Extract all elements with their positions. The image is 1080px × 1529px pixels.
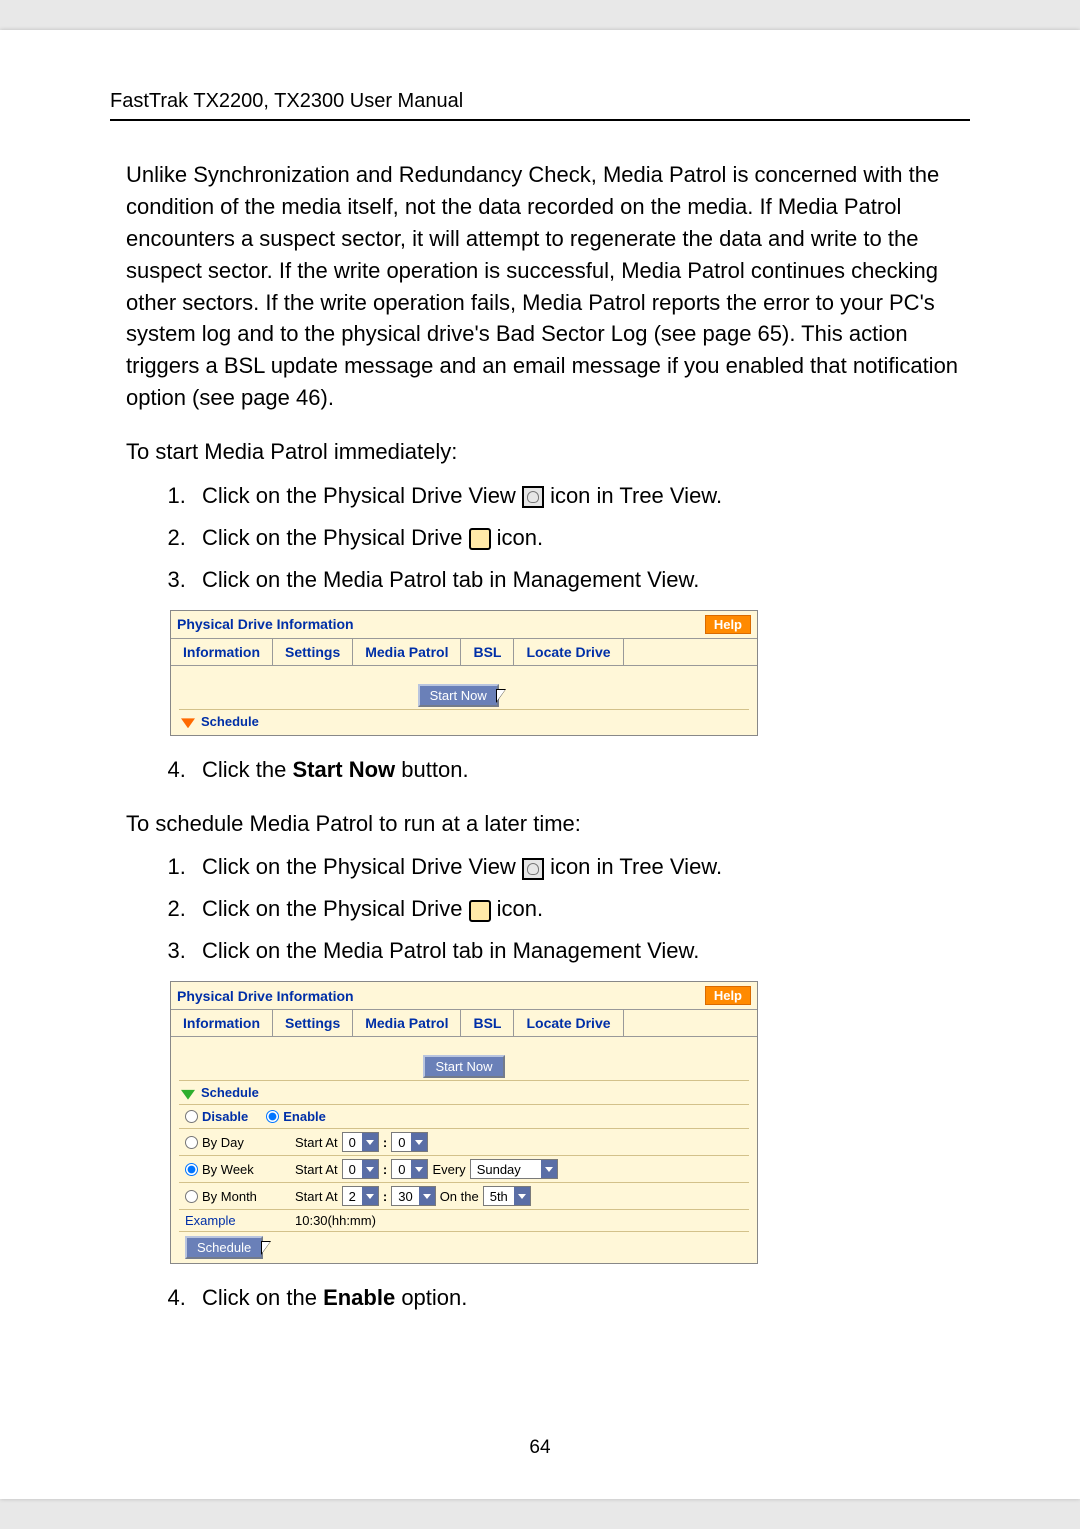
page-header: FastTrak TX2200, TX2300 User Manual — [110, 90, 970, 121]
physical-drive-info-panel-2: Physical Drive Information Help Informat… — [170, 981, 758, 1264]
help-button[interactable]: Help — [705, 615, 751, 634]
schedule-button[interactable]: Schedule — [185, 1236, 263, 1259]
chevron-down-icon — [362, 1160, 378, 1178]
month-day-select[interactable]: 5th — [483, 1186, 531, 1206]
chevron-down-icon — [362, 1187, 378, 1205]
day-hour-select[interactable]: 0 — [342, 1132, 379, 1152]
start-at-label: Start At — [295, 1162, 338, 1177]
step-2: Click on the Physical Drive icon. — [192, 522, 970, 554]
physical-drive-icon — [469, 528, 491, 550]
step-4: Click the Start Now button. — [192, 754, 970, 786]
physical-drive-icon — [469, 900, 491, 922]
example-value: 10:30(hh:mm) — [289, 1209, 749, 1231]
tab-media-patrol[interactable]: Media Patrol — [353, 639, 461, 665]
disable-radio[interactable] — [185, 1110, 198, 1123]
example-label: Example — [179, 1209, 289, 1231]
schedule-steps: Click on the Physical Drive View icon in… — [110, 851, 970, 967]
tab-information[interactable]: Information — [171, 1010, 273, 1036]
enable-radio[interactable] — [266, 1110, 279, 1123]
step-3: Click on the Media Patrol tab in Managem… — [192, 564, 970, 596]
by-month-radio[interactable] — [185, 1190, 198, 1203]
by-week-radio[interactable] — [185, 1163, 198, 1176]
sched-step-4: Click on the Enable option. — [192, 1282, 970, 1314]
schedule-step-4: Click on the Enable option. — [110, 1282, 970, 1314]
week-hour-select[interactable]: 0 — [342, 1159, 379, 1179]
enable-option[interactable]: Enable — [266, 1109, 326, 1124]
by-month-option[interactable]: By Month — [185, 1189, 257, 1204]
chevron-down-icon — [411, 1133, 427, 1151]
cursor-icon — [496, 689, 510, 707]
month-min-select[interactable]: 30 — [391, 1186, 435, 1206]
chevron-down-icon — [181, 1086, 195, 1100]
physical-drive-view-icon — [522, 486, 544, 508]
panel-title-bar: Physical Drive Information Help — [171, 611, 757, 639]
chevron-down-icon — [541, 1160, 557, 1178]
chevron-down-icon — [514, 1187, 530, 1205]
start-now-steps: Click on the Physical Drive View icon in… — [110, 480, 970, 596]
help-button[interactable]: Help — [705, 986, 751, 1005]
schedule-toggle[interactable]: Schedule — [179, 709, 749, 733]
start-at-label: Start At — [295, 1135, 338, 1150]
page-number: 64 — [0, 1437, 1080, 1459]
schedule-intro: To schedule Media Patrol to run at a lat… — [110, 808, 970, 840]
panel-title: Physical Drive Information — [177, 988, 354, 1004]
disable-option[interactable]: Disable — [185, 1109, 248, 1124]
tab-settings[interactable]: Settings — [273, 1010, 353, 1036]
tab-information[interactable]: Information — [171, 639, 273, 665]
start-now-step-4: Click the Start Now button. — [110, 754, 970, 786]
start-at-label: Start At — [295, 1189, 338, 1204]
step-1: Click on the Physical Drive View icon in… — [192, 480, 970, 512]
by-week-option[interactable]: By Week — [185, 1162, 254, 1177]
every-label: Every — [432, 1162, 465, 1177]
week-min-select[interactable]: 0 — [391, 1159, 428, 1179]
schedule-toggle[interactable]: Schedule — [179, 1080, 749, 1104]
week-day-select[interactable]: Sunday — [470, 1159, 558, 1179]
start-now-button[interactable]: Start Now — [423, 1055, 504, 1078]
sched-step-1: Click on the Physical Drive View icon in… — [192, 851, 970, 883]
chevron-down-icon — [362, 1133, 378, 1151]
by-day-radio[interactable] — [185, 1136, 198, 1149]
panel-title: Physical Drive Information — [177, 616, 354, 632]
cursor-icon — [261, 1241, 275, 1259]
sched-step-3: Click on the Media Patrol tab in Managem… — [192, 935, 970, 967]
enable-disable-row: Disable Enable — [179, 1104, 749, 1128]
tab-bsl[interactable]: BSL — [461, 1010, 514, 1036]
start-now-button[interactable]: Start Now — [418, 684, 499, 707]
day-min-select[interactable]: 0 — [391, 1132, 428, 1152]
tab-locate-drive[interactable]: Locate Drive — [514, 639, 623, 665]
panel-tabs: Information Settings Media Patrol BSL Lo… — [171, 639, 757, 666]
panel-tabs: Information Settings Media Patrol BSL Lo… — [171, 1010, 757, 1037]
schedule-grid: By Day Start At 0 : 0 By Week Start A — [179, 1128, 749, 1231]
tab-settings[interactable]: Settings — [273, 639, 353, 665]
tab-bsl[interactable]: BSL — [461, 639, 514, 665]
chevron-down-icon — [181, 714, 195, 728]
chevron-down-icon — [411, 1160, 427, 1178]
physical-drive-view-icon — [522, 858, 544, 880]
panel-title-bar: Physical Drive Information Help — [171, 982, 757, 1010]
tab-media-patrol[interactable]: Media Patrol — [353, 1010, 461, 1036]
intro-paragraph: Unlike Synchronization and Redundancy Ch… — [110, 159, 970, 414]
sched-step-2: Click on the Physical Drive icon. — [192, 893, 970, 925]
start-now-intro: To start Media Patrol immediately: — [110, 436, 970, 468]
tab-locate-drive[interactable]: Locate Drive — [514, 1010, 623, 1036]
chevron-down-icon — [419, 1187, 435, 1205]
by-day-option[interactable]: By Day — [185, 1135, 244, 1150]
month-hour-select[interactable]: 2 — [342, 1186, 379, 1206]
on-the-label: On the — [440, 1189, 479, 1204]
physical-drive-info-panel-1: Physical Drive Information Help Informat… — [170, 610, 758, 736]
